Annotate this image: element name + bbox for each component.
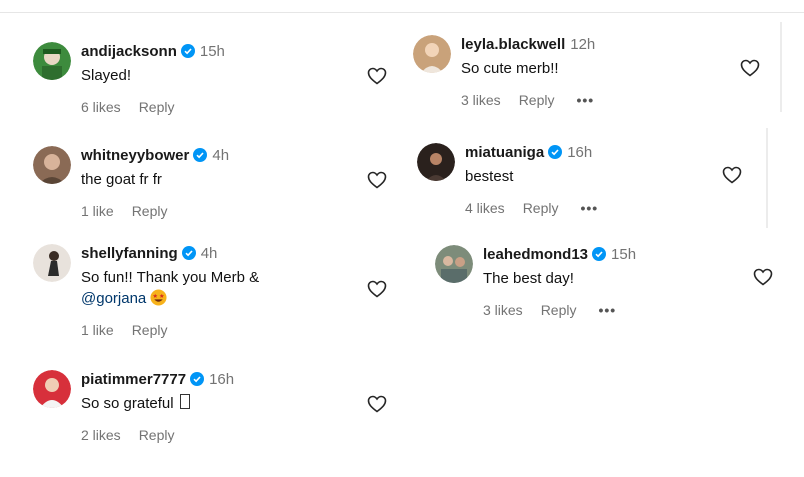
reply-button[interactable]: Reply xyxy=(132,322,168,338)
star-struck-emoji xyxy=(150,289,167,306)
like-count[interactable]: 1 like xyxy=(81,203,114,219)
comment-text: The best day! xyxy=(483,270,574,287)
heart-outline-icon[interactable] xyxy=(367,395,387,413)
like-count[interactable]: 4 likes xyxy=(465,200,505,216)
like-count[interactable]: 3 likes xyxy=(483,302,523,318)
username[interactable]: leyla.blackwell xyxy=(461,36,565,53)
timestamp: 4h xyxy=(200,245,218,262)
comment-text-body: So fun!! Thank you Merb & xyxy=(81,269,260,286)
verified-badge-icon xyxy=(181,246,196,260)
comment-text: So cute merb!! xyxy=(461,60,559,77)
username[interactable]: miatuaniga xyxy=(465,144,544,161)
heart-outline-icon[interactable] xyxy=(367,280,387,298)
username[interactable]: whitneyybower xyxy=(81,147,189,164)
verified-badge-icon xyxy=(548,145,563,159)
avatar[interactable] xyxy=(417,143,455,181)
username[interactable]: leahedmond13 xyxy=(483,246,588,263)
comment-text: the goat fr fr xyxy=(81,171,162,188)
heart-outline-icon[interactable] xyxy=(722,166,742,184)
heart-outline-icon[interactable] xyxy=(367,171,387,189)
username[interactable]: andijacksonn xyxy=(81,43,177,60)
avatar[interactable] xyxy=(435,245,473,283)
unrendered-glyph-box xyxy=(179,394,190,409)
comment-text: Slayed! xyxy=(81,67,132,84)
comment-text: bestest xyxy=(465,168,514,185)
username[interactable]: shellyfanning xyxy=(81,245,178,262)
more-options-icon[interactable]: ••• xyxy=(576,92,594,108)
avatar[interactable] xyxy=(413,35,451,73)
more-options-icon[interactable]: ••• xyxy=(580,200,598,216)
reply-button[interactable]: Reply xyxy=(519,92,555,108)
column-divider xyxy=(766,128,768,228)
avatar[interactable] xyxy=(33,244,71,282)
like-count[interactable]: 3 likes xyxy=(461,92,501,108)
avatar[interactable] xyxy=(33,146,71,184)
reply-button[interactable]: Reply xyxy=(139,427,175,443)
column-divider xyxy=(780,22,782,112)
heart-outline-icon[interactable] xyxy=(753,268,773,286)
verified-badge-icon xyxy=(180,44,195,58)
top-divider xyxy=(0,12,804,13)
avatar[interactable] xyxy=(33,370,71,408)
timestamp: 16h xyxy=(209,371,235,388)
timestamp: 4h xyxy=(212,147,230,164)
comment-text-body: So so grateful xyxy=(81,395,174,412)
comment-text: So so grateful xyxy=(81,393,371,414)
mention-link[interactable]: @gorjana xyxy=(81,290,146,307)
comment-text: So fun!! Thank you Merb & @gorjana xyxy=(81,267,371,309)
reply-button[interactable]: Reply xyxy=(132,203,168,219)
heart-outline-icon[interactable] xyxy=(740,59,760,77)
reply-button[interactable]: Reply xyxy=(139,99,175,115)
username[interactable]: piatimmer7777 xyxy=(81,371,186,388)
timestamp: 12h xyxy=(570,36,596,53)
timestamp: 15h xyxy=(199,43,225,60)
reply-button[interactable]: Reply xyxy=(523,200,559,216)
like-count[interactable]: 6 likes xyxy=(81,99,121,115)
like-count[interactable]: 2 likes xyxy=(81,427,121,443)
timestamp: 16h xyxy=(567,144,593,161)
timestamp: 15h xyxy=(611,246,637,263)
verified-badge-icon xyxy=(190,372,205,386)
more-options-icon[interactable]: ••• xyxy=(598,302,616,318)
verified-badge-icon xyxy=(193,148,208,162)
reply-button[interactable]: Reply xyxy=(541,302,577,318)
heart-outline-icon[interactable] xyxy=(367,67,387,85)
avatar[interactable] xyxy=(33,42,71,80)
verified-badge-icon xyxy=(592,247,607,261)
like-count[interactable]: 1 like xyxy=(81,322,114,338)
